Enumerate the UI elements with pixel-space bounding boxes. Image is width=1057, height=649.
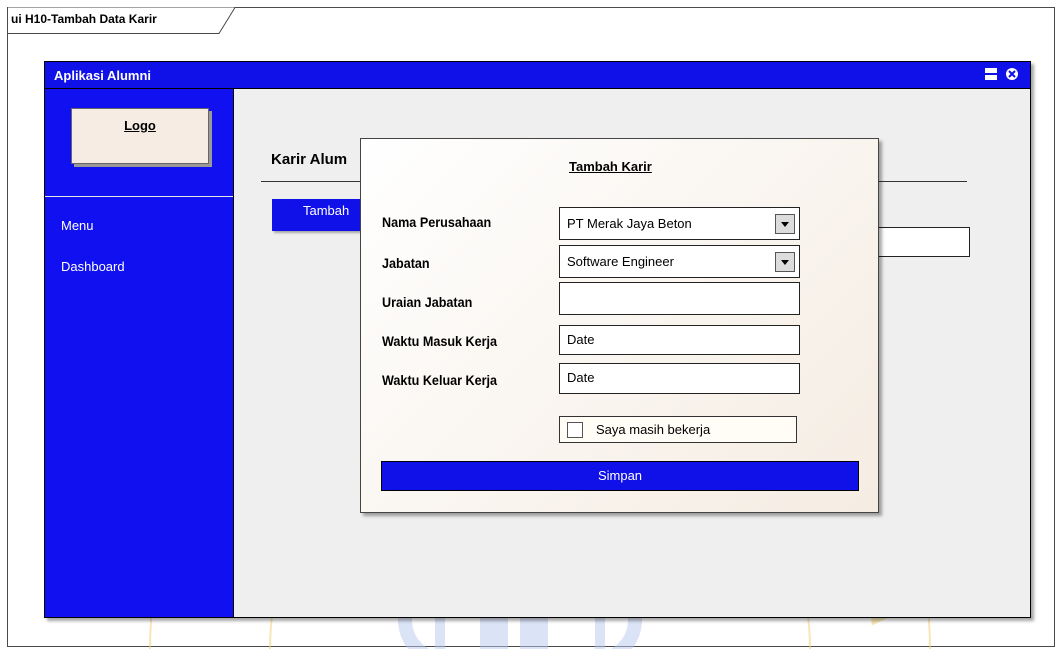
still-working-label: Saya masih bekerja: [596, 422, 711, 437]
sidebar-item-menu[interactable]: Menu: [61, 218, 94, 233]
save-button-label: Simpan: [597, 468, 643, 483]
dialog-title: Tambah Karir: [569, 159, 652, 174]
position-label: Jabatan: [382, 255, 430, 271]
window-title: Aplikasi Alumni: [54, 68, 152, 83]
chevron-down-icon[interactable]: [775, 214, 795, 234]
still-working-option[interactable]: Saya masih bekerja: [559, 416, 797, 443]
sidebar-item-dashboard[interactable]: Dashboard: [61, 259, 125, 274]
sidebar-divider: [45, 196, 233, 197]
job-description-label: Uraian Jabatan: [382, 294, 473, 310]
company-name-dropdown[interactable]: PT Merak Jaya Beton: [559, 207, 800, 240]
job-description-input[interactable]: [559, 282, 800, 315]
position-dropdown[interactable]: Software Engineer: [559, 245, 800, 278]
logo-label: Logo: [124, 118, 156, 133]
position-value: Software Engineer: [567, 254, 674, 269]
background-input[interactable]: [874, 227, 970, 257]
company-name-value: PT Merak Jaya Beton: [567, 216, 692, 231]
add-career-dialog: Tambah Karir Nama Perusahaan PT Merak Ja…: [360, 138, 879, 513]
menu-icon[interactable]: [984, 67, 998, 81]
chevron-down-icon[interactable]: [775, 252, 795, 272]
end-date-label: Waktu Keluar Kerja: [382, 372, 498, 388]
close-icon[interactable]: [1005, 67, 1019, 81]
end-date-input[interactable]: Date: [559, 363, 800, 394]
logo: Logo: [71, 108, 209, 164]
still-working-checkbox[interactable]: [567, 422, 583, 438]
start-date-input[interactable]: Date: [559, 325, 800, 355]
sidebar: Logo Menu Dashboard: [45, 89, 234, 617]
window-titlebar: Aplikasi Alumni: [45, 62, 1030, 89]
save-button[interactable]: Simpan: [381, 461, 859, 491]
add-career-button[interactable]: Tambah: [272, 199, 368, 231]
diagram-tab-label: ui H10-Tambah Data Karir: [11, 12, 157, 26]
start-date-label: Waktu Masuk Kerja: [382, 333, 498, 349]
start-date-value: Date: [567, 332, 595, 347]
add-career-button-label: Tambah: [303, 203, 350, 218]
company-name-label: Nama Perusahaan: [382, 214, 492, 230]
page-title: Karir Alum: [271, 151, 348, 168]
end-date-value: Date: [567, 370, 595, 385]
